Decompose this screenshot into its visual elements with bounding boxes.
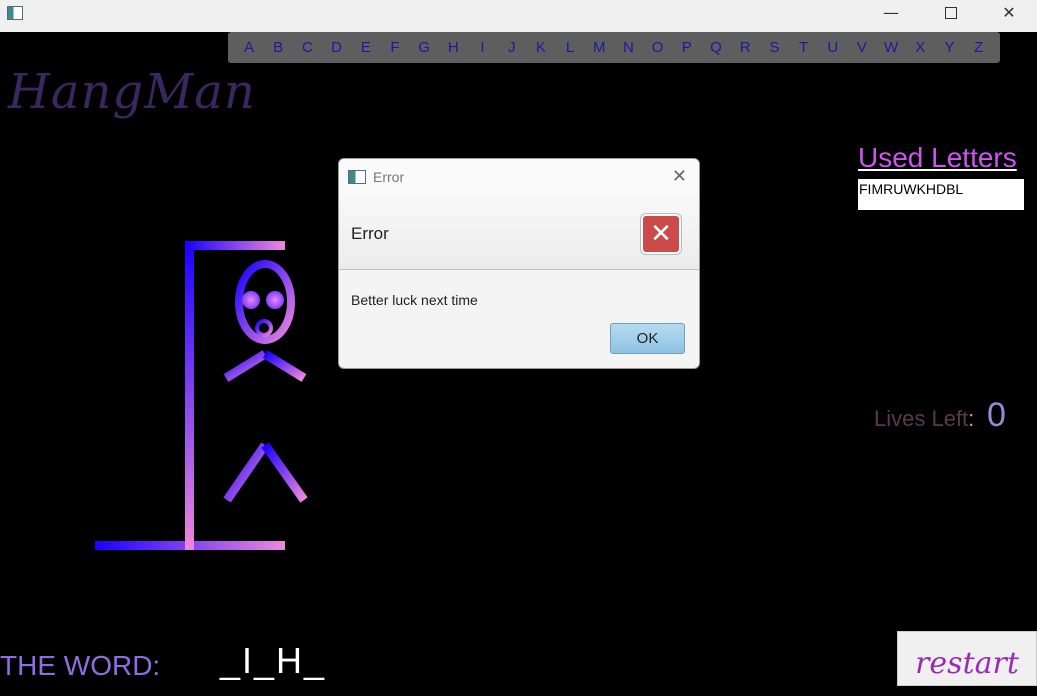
hangman-left-eye [242, 291, 260, 309]
hangman-left-leg [223, 442, 269, 503]
word-value: _I_H_ [220, 640, 327, 681]
dialog-message: Better luck next time [351, 292, 478, 308]
error-icon: ✕ [641, 214, 681, 254]
dialog-header-text: Error [351, 224, 389, 243]
dialog-close-icon[interactable]: ✕ [672, 166, 687, 187]
dialog-title: Error [373, 169, 405, 185]
word-label: THE WORD: [0, 650, 161, 681]
ok-button[interactable]: OK [610, 323, 685, 354]
hangman-left-arm [223, 350, 268, 382]
hangman-right-arm [262, 350, 307, 382]
hangman-mouth [255, 319, 273, 337]
dialog-titlebar: Error ✕ [339, 159, 699, 195]
dialog-header: Error ✕ [339, 195, 699, 270]
gallows-post [185, 241, 194, 550]
restart-button[interactable]: restart [897, 631, 1037, 686]
gallows-beam [185, 241, 285, 250]
error-dialog: Error ✕ Error ✕ Better luck next time OK [338, 158, 700, 369]
hangman-right-leg [261, 442, 308, 503]
hangman-right-eye [266, 291, 284, 309]
dialog-app-icon [348, 170, 366, 184]
